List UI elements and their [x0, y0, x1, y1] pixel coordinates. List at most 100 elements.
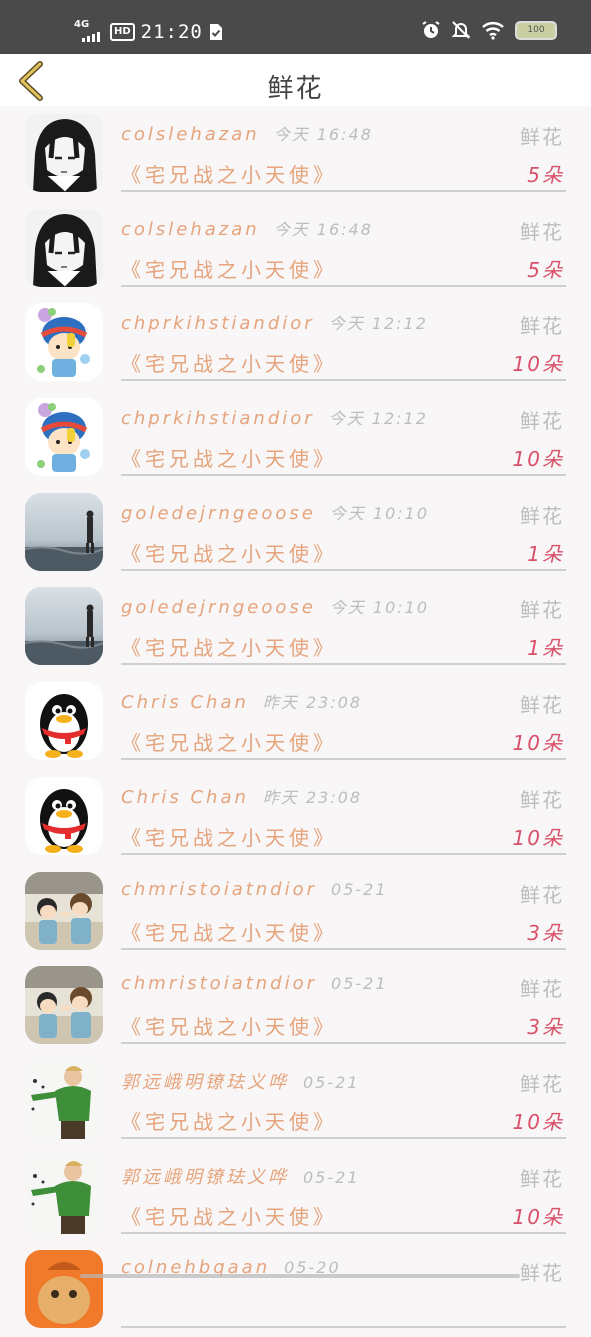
sim-check-icon — [209, 24, 222, 40]
book-title: 《宅兄战之小天使》 — [121, 163, 337, 187]
signal-icon: 4G — [74, 19, 104, 43]
list-item[interactable]: chmristoiatndior 05-21 鲜花 《宅兄战之小天使》 3朵 — [0, 958, 591, 1053]
gift-type: 鲜花 — [520, 125, 564, 149]
gift-count: 10朵 — [512, 1204, 564, 1229]
avatar[interactable] — [25, 871, 103, 950]
network-type: 4G — [74, 19, 90, 30]
list-item[interactable]: 郭远峨明镣珐义哗 05-21 鲜花 《宅兄战之小天使》 10朵 — [0, 1148, 591, 1243]
divider — [121, 1042, 566, 1045]
book-title: 《宅兄战之小天使》 — [121, 257, 337, 282]
avatar[interactable] — [25, 682, 103, 761]
gift-count: 1朵 — [527, 541, 564, 566]
avatar[interactable] — [25, 208, 103, 287]
divider — [121, 1326, 566, 1329]
avatar[interactable] — [25, 1155, 103, 1234]
list-item[interactable]: colnehbqaan 05-20 鲜花 — [0, 1242, 591, 1337]
username-line: chprkihstiandior 今天 12:12 — [121, 310, 428, 334]
username-line: goledejrngeoose 今天 10:10 — [121, 594, 429, 618]
username-line: chprkihstiandior 今天 12:12 — [121, 405, 428, 429]
list-item[interactable]: colslehazan 今天 16:48 鲜花 《宅兄战之小天使》 5朵 — [0, 201, 591, 296]
home-indicator — [80, 1274, 520, 1278]
username: chprkihstiandior — [121, 313, 315, 335]
divider — [121, 852, 566, 855]
gift-count: 10朵 — [512, 825, 564, 850]
gift-type: 鲜花 — [520, 787, 564, 812]
gift-count: 5朵 — [527, 163, 564, 187]
list-item[interactable]: chmristoiatndior 05-21 鲜花 《宅兄战之小天使》 3朵 — [0, 864, 591, 959]
avatar[interactable] — [25, 1250, 103, 1329]
avatar-seaside-image — [25, 492, 103, 571]
avatar[interactable] — [25, 1060, 103, 1139]
avatar-orange-cartoon-image — [25, 1250, 103, 1329]
gift-type: 鲜花 — [520, 219, 564, 244]
list-item[interactable]: 郭远峨明镣珐义哗 05-21 鲜花 《宅兄战之小天使》 10朵 — [0, 1053, 591, 1148]
avatar[interactable] — [25, 114, 103, 192]
avatar[interactable] — [25, 303, 103, 382]
list-item[interactable]: colslehazan 今天 16:48 鲜花《宅兄战之小天使》 5朵 — [0, 106, 591, 201]
timestamp: 今天 16:48 — [273, 125, 373, 144]
divider — [121, 379, 566, 382]
list-item[interactable]: chprkihstiandior 今天 12:12 鲜花 《宅兄战之小天使》 10朵 — [0, 390, 591, 485]
divider — [121, 474, 566, 477]
timestamp: 今天 10:10 — [329, 503, 430, 523]
username: Chris Chan — [121, 692, 249, 714]
username-line: chmristoiatndior 05-21 — [121, 973, 388, 994]
timestamp: 05-21 — [331, 879, 388, 899]
timestamp: 昨天 23:08 — [262, 787, 363, 807]
book-title: 《宅兄战之小天使》 — [121, 447, 337, 472]
gift-count: 5朵 — [527, 257, 564, 282]
gift-count: 10朵 — [512, 1109, 564, 1134]
gift-type: 鲜花 — [520, 1261, 564, 1286]
timestamp: 今天 12:12 — [328, 314, 428, 334]
gift-type: 鲜花 — [520, 882, 564, 907]
avatar-anime-boy-image — [25, 208, 103, 287]
hd-badge: HD — [110, 23, 135, 41]
avatar-cartoon-kid-image — [25, 398, 103, 477]
username: chprkihstiandior — [121, 408, 315, 430]
divider — [121, 758, 566, 761]
list-item[interactable]: Chris Chan 昨天 23:08 鲜花《宅兄战之小天使》 10朵 — [0, 769, 591, 864]
timestamp: 05-21 — [303, 1072, 360, 1092]
timestamp: 昨天 23:08 — [262, 693, 363, 713]
gift-type: 鲜花 — [520, 693, 564, 718]
username: chmristoiatndior — [121, 973, 318, 995]
avatar[interactable] — [25, 776, 103, 855]
list-item[interactable]: goledejrngeoose 今天 10:10 鲜花 《宅兄战之小天使》 1朵 — [0, 485, 591, 580]
username: 郭远峨明镣珐义哗 — [121, 1071, 289, 1093]
timestamp: 今天 10:10 — [329, 598, 430, 618]
gift-count: 10朵 — [512, 352, 564, 377]
status-bar: 4G HD 21:20 100 — [0, 0, 591, 54]
book-title: 《宅兄战之小天使》 — [121, 1109, 337, 1134]
avatar[interactable] — [25, 398, 103, 477]
list-item[interactable]: chprkihstiandior 今天 12:12 鲜花 《宅兄战之小天使》 10朵 — [0, 295, 591, 390]
username: 郭远峨明镣珐义哗 — [121, 1166, 289, 1188]
divider — [121, 284, 566, 287]
gift-type: 鲜花 — [520, 1166, 564, 1191]
avatar-cartoon-kid-image — [25, 303, 103, 382]
list-item[interactable]: Chris Chan 昨天 23:08 鲜花 《宅兄战之小天使》 10朵 — [0, 674, 591, 769]
avatar[interactable] — [25, 587, 103, 666]
avatar[interactable] — [25, 492, 103, 571]
alarm-icon — [422, 21, 440, 38]
avatar-seaside-image — [25, 587, 103, 666]
username-line: goledejrngeoose 今天 10:10 — [121, 500, 429, 524]
divider — [121, 663, 566, 666]
divider — [121, 568, 566, 571]
avatar-penguin-image — [25, 776, 103, 855]
username-line: Chris Chan 昨天 23:08 — [121, 689, 362, 713]
book-title: 《宅兄战之小天使》 — [121, 825, 337, 850]
mute-bell-icon — [451, 21, 471, 39]
timestamp: 05-21 — [331, 974, 388, 994]
book-title: 《宅兄战之小天使》 — [121, 1015, 337, 1040]
avatar[interactable] — [25, 966, 103, 1045]
status-time: 21:20 — [140, 21, 203, 43]
username-line: Chris Chan 昨天 23:08 — [121, 784, 362, 808]
list-item[interactable]: goledejrngeoose 今天 10:10 鲜花 《宅兄战之小天使》 1朵 — [0, 579, 591, 674]
page-title: 鲜花 — [267, 74, 324, 104]
username-line: colslehazan 今天 16:48 — [121, 121, 373, 145]
book-title: 《宅兄战之小天使》 — [121, 352, 337, 377]
username: Chris Chan — [121, 786, 249, 808]
divider — [121, 190, 566, 192]
gift-count: 1朵 — [527, 636, 564, 661]
book-title: 《宅兄战之小天使》 — [121, 636, 337, 661]
